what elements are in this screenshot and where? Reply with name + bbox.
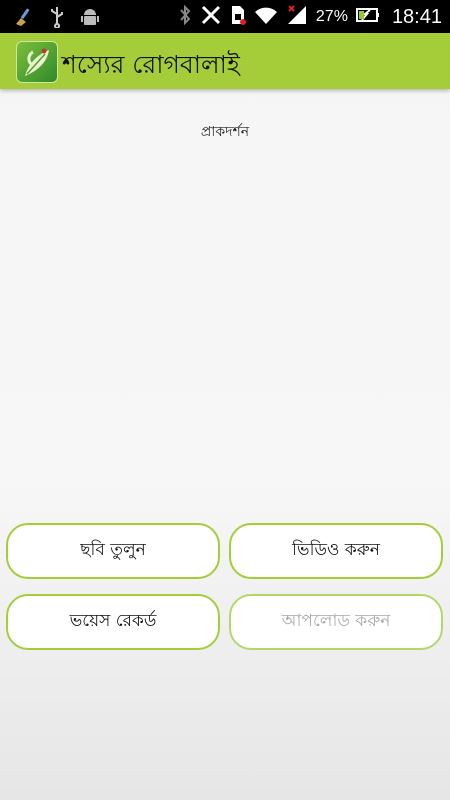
upload-button[interactable]: আপলোড করুন [229,594,443,650]
action-bar: শস্যের রোগবালাই [0,33,450,89]
leaf-icon[interactable] [16,41,58,83]
preview-label: প্রাকদর্শন [200,124,250,140]
app-title: শস্যের রোগবালাই [62,50,240,79]
bluetooth-icon [178,4,192,30]
wifi-icon [254,4,278,30]
record-video-button[interactable]: ভিডিও করুন [229,523,443,579]
status-bar: 27% 18:41 [0,0,450,33]
take-photo-button[interactable]: ছবি তুলুন [6,523,220,579]
broom-icon [12,6,34,32]
usb-icon [48,6,66,32]
voice-record-button[interactable]: ভয়েস রেকর্ড [6,594,220,650]
android-icon [80,6,100,32]
clock: 18:41 [391,5,442,28]
status-bar-system: 27% 18:41 [178,4,442,30]
sim-icon [230,4,246,30]
status-bar-notifications [12,6,100,32]
vibrate-icon [200,4,222,30]
signal-icon [286,4,308,30]
battery-percentage: 27% [315,8,348,25]
battery-icon [355,5,380,29]
